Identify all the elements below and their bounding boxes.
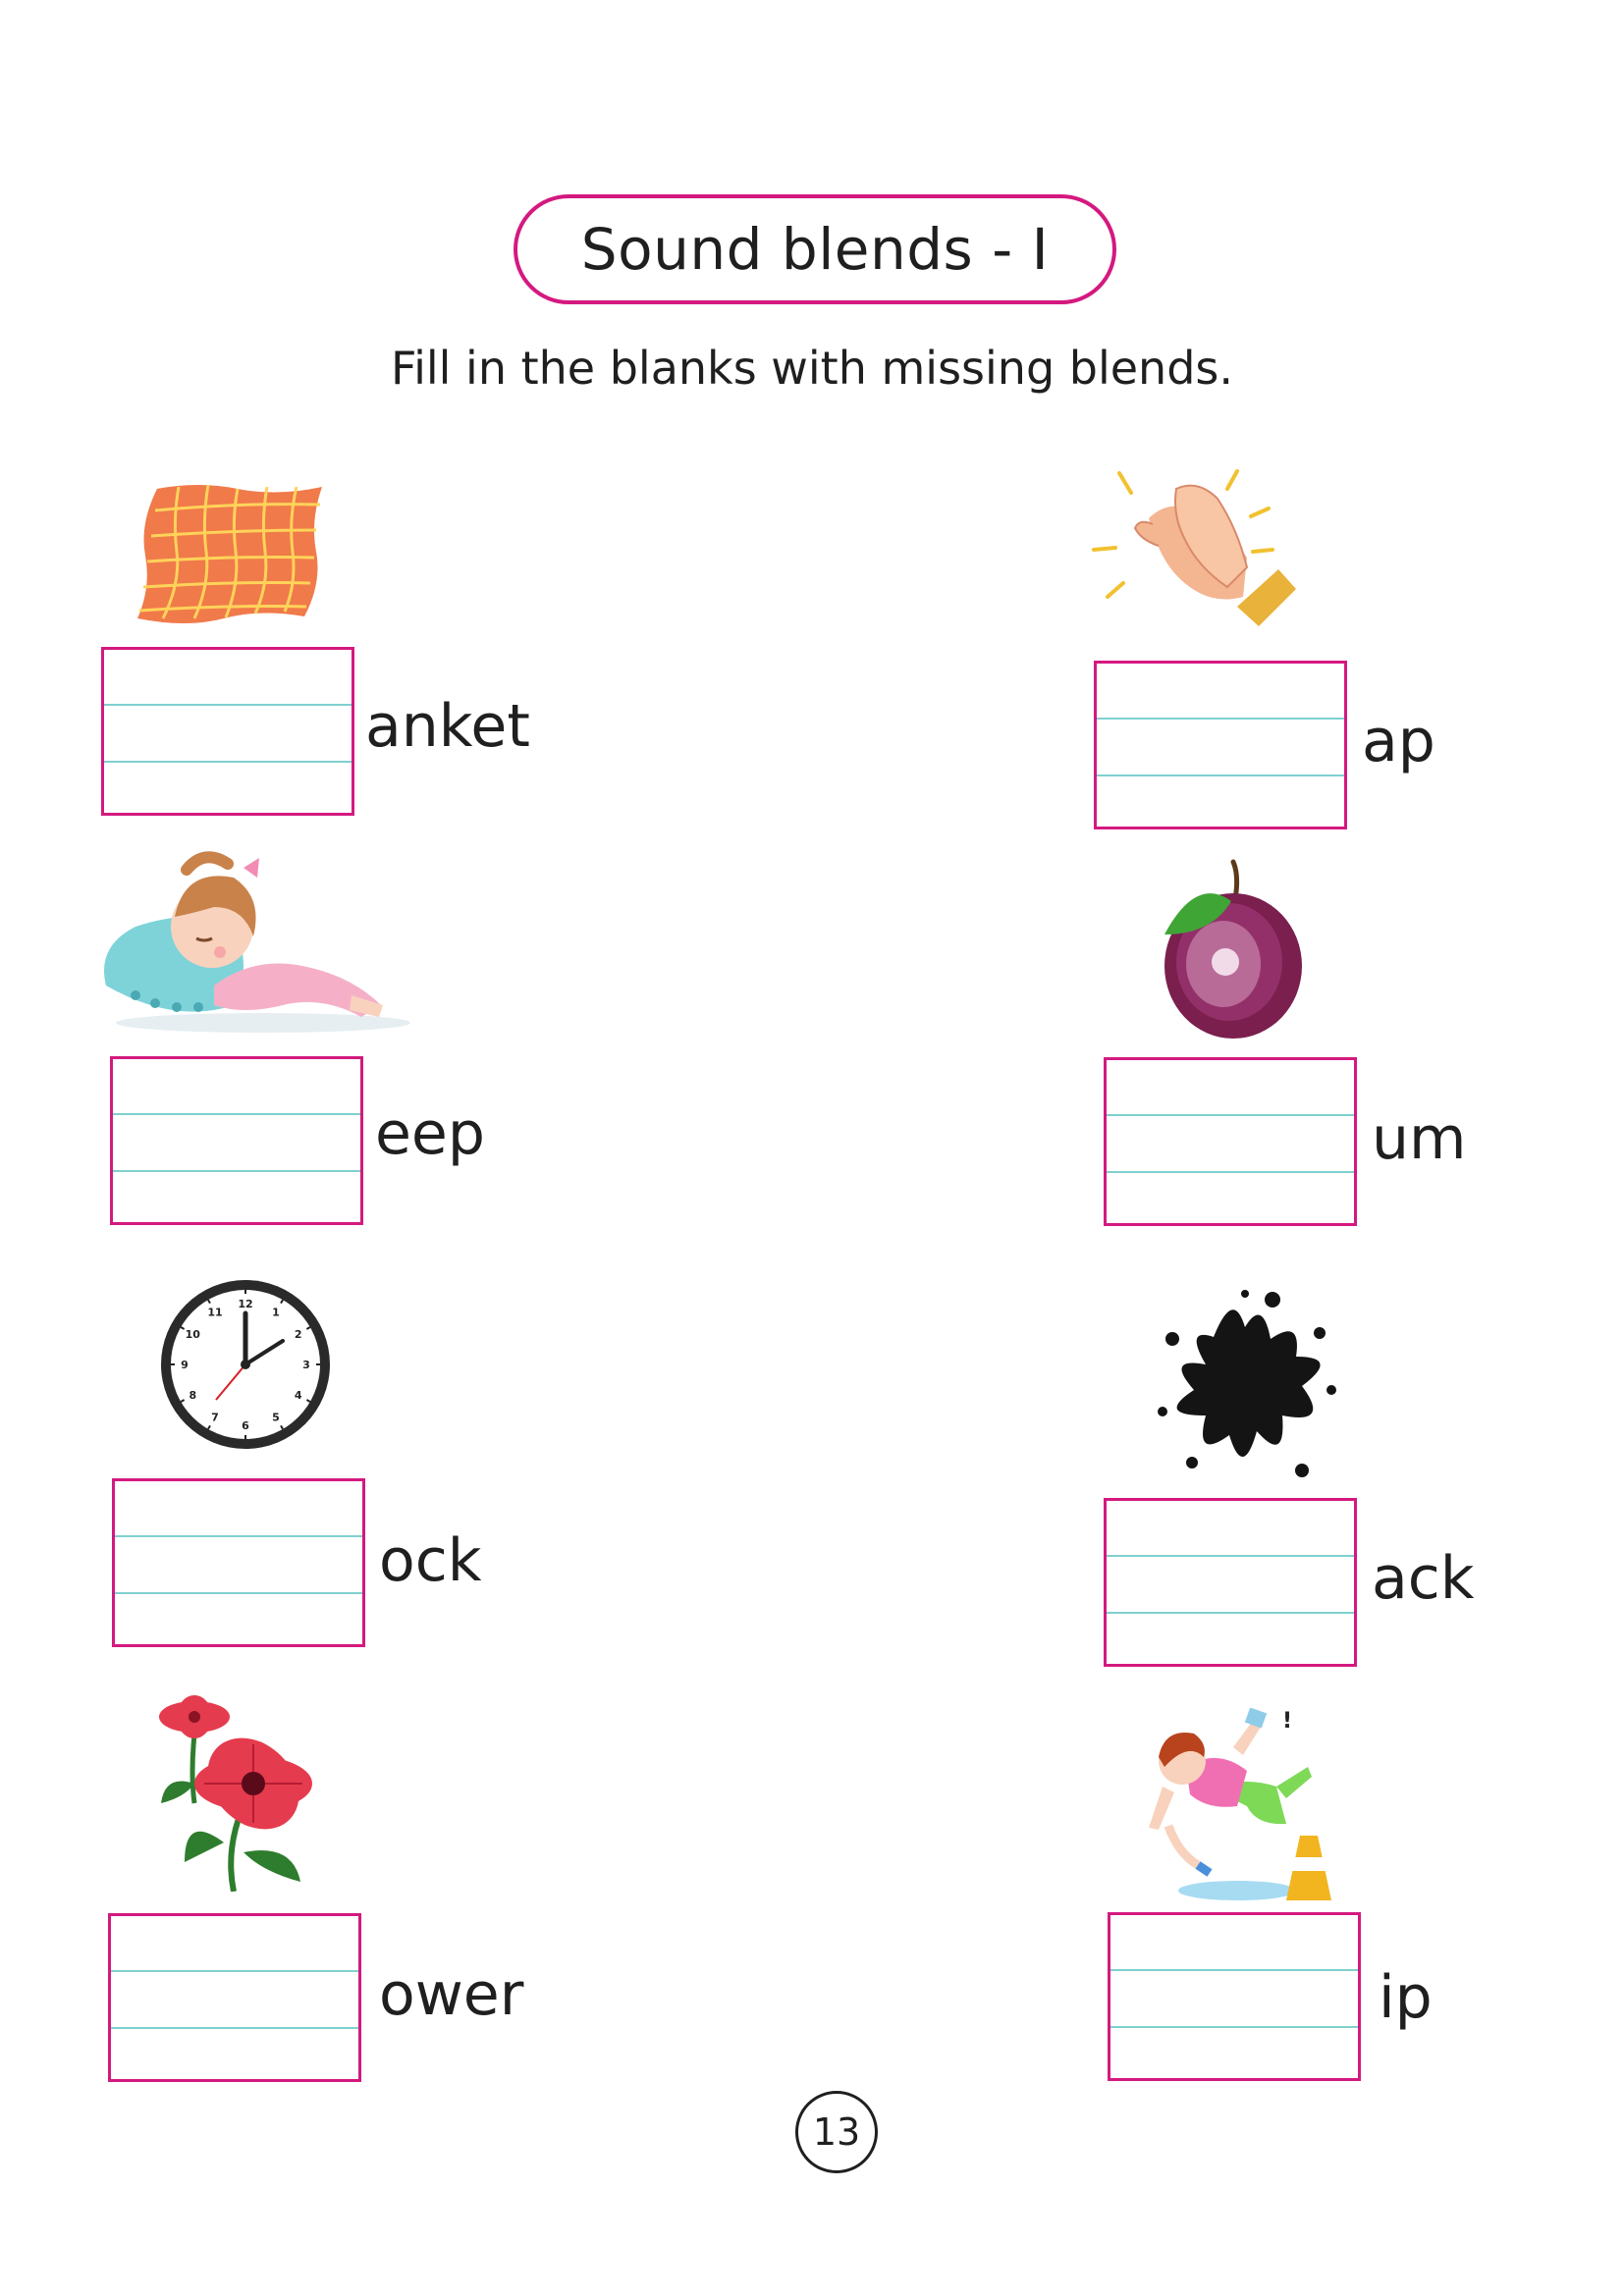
clock-numeral: 5 (272, 1412, 280, 1424)
clock-numeral: 10 (186, 1328, 201, 1341)
word-ending-anket: anket (365, 692, 530, 761)
svg-text:!: ! (1282, 1709, 1292, 1734)
answer-box-black[interactable] (1104, 1498, 1357, 1667)
guide-line (1110, 2026, 1358, 2028)
plum-icon (1164, 859, 1302, 1039)
guide-line (113, 1113, 360, 1115)
guide-line (1107, 1612, 1354, 1614)
flower-icon (159, 1695, 312, 1892)
word-ending-ower: ower (379, 1960, 524, 2029)
word-ending-ock: ock (379, 1526, 482, 1595)
word-ending-ip: ip (1379, 1963, 1433, 2032)
guide-line (1107, 1171, 1354, 1173)
guide-line (1110, 1969, 1358, 1971)
clock-numeral: 3 (302, 1359, 310, 1371)
guide-line (1107, 1114, 1354, 1116)
guide-line (104, 704, 352, 706)
guide-line (1097, 774, 1344, 776)
guide-line (1097, 718, 1344, 720)
clock-icon: 121234567891011 (161, 1280, 330, 1449)
word-ending-eep: eep (375, 1099, 485, 1168)
guide-line (115, 1535, 362, 1537)
guide-line (113, 1170, 360, 1172)
answer-box-flower[interactable] (108, 1913, 361, 2082)
clock-numeral: 9 (181, 1359, 189, 1371)
word-ending-ap: ap (1362, 707, 1435, 775)
ink-splat-icon (1158, 1290, 1336, 1477)
word-ending-um: um (1372, 1104, 1467, 1173)
guide-line (111, 1970, 358, 1972)
page-number: 13 (795, 2091, 878, 2173)
sleeping-girl-icon (104, 851, 410, 1033)
answer-box-blanket[interactable] (101, 647, 354, 816)
answer-box-slip[interactable] (1108, 1912, 1361, 2081)
word-ending-ack: ack (1372, 1544, 1475, 1613)
answer-box-clock[interactable] (112, 1478, 365, 1647)
clock-numeral: 6 (242, 1419, 249, 1432)
answer-box-clap[interactable] (1094, 661, 1347, 829)
clock-numeral: 4 (295, 1389, 302, 1402)
guide-line (1107, 1555, 1354, 1557)
clock-numeral: 12 (238, 1298, 252, 1310)
blanket-icon (137, 484, 322, 623)
clock-numeral: 7 (211, 1412, 219, 1424)
guide-line (111, 2027, 358, 2029)
answer-box-sleep[interactable] (110, 1056, 363, 1225)
clock-numeral: 1 (272, 1306, 280, 1318)
clock-numeral: 2 (295, 1328, 302, 1341)
slipping-girl-icon: ! (1149, 1708, 1331, 1900)
clock-numeral: 8 (189, 1389, 196, 1402)
clapping-hands-icon (1092, 469, 1296, 626)
worksheet-title: Sound blends - I (514, 194, 1116, 304)
answer-box-plum[interactable] (1104, 1057, 1357, 1226)
instructions: Fill in the blanks with missing blends. (390, 342, 1233, 395)
guide-line (104, 761, 352, 763)
guide-line (115, 1592, 362, 1594)
clock-numeral: 11 (207, 1306, 222, 1318)
